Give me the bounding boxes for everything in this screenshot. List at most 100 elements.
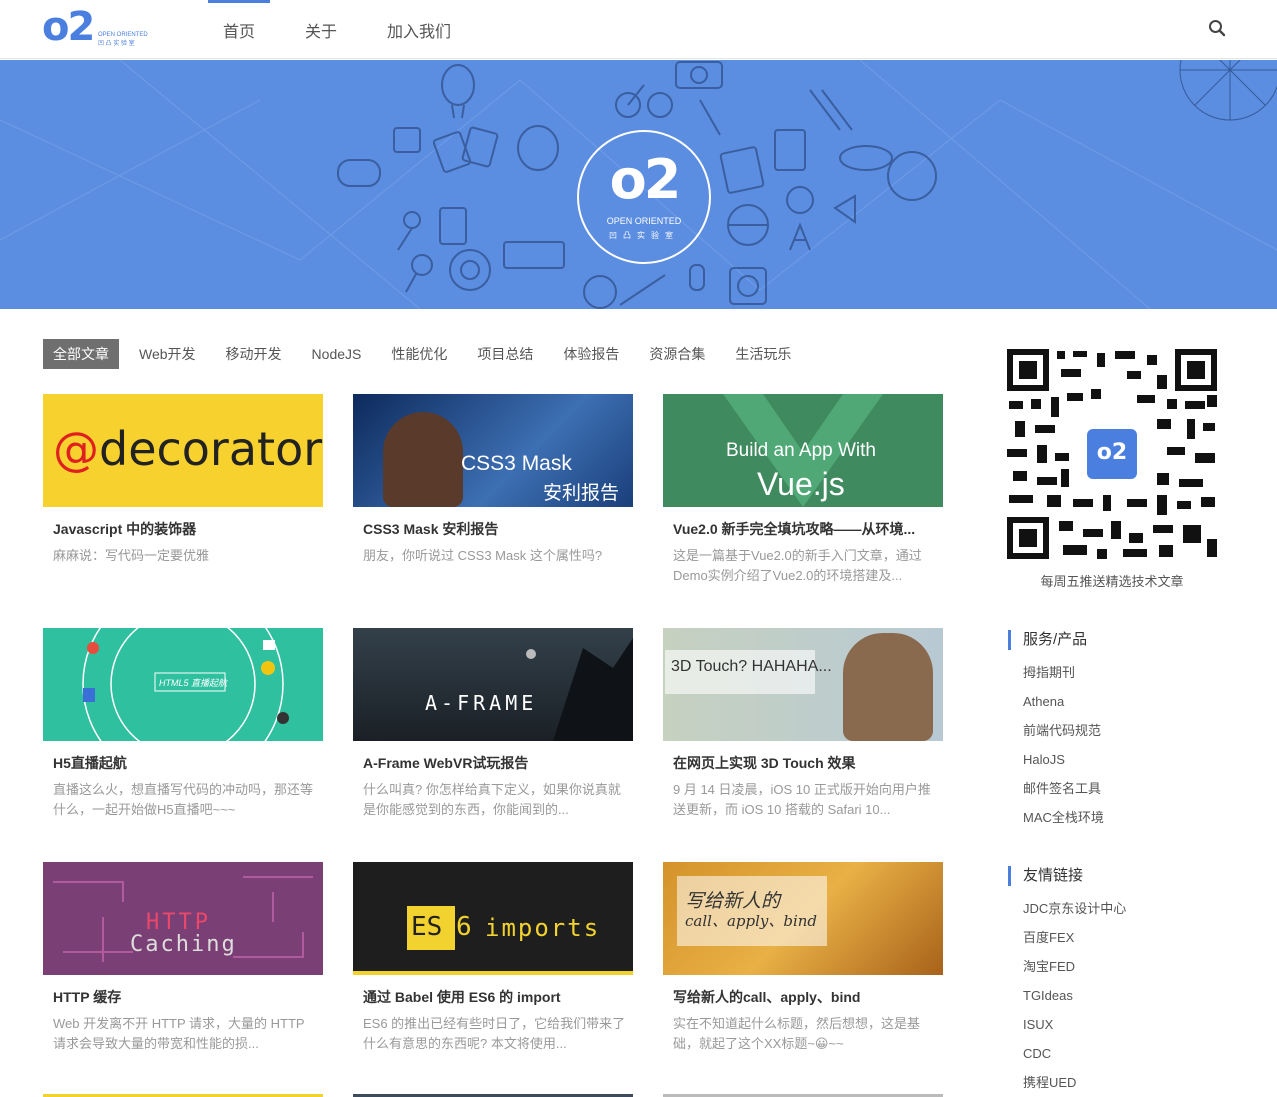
- post-thumbnail[interactable]: A-FRAME: [353, 628, 633, 741]
- thumb-caption: HTML5 直播起航: [159, 678, 228, 688]
- post-thumbnail[interactable]: HTML5 直播起航: [43, 628, 323, 741]
- sidebar-link[interactable]: TGIdeas: [1023, 981, 1238, 1010]
- post-card[interactable]: HTTP Caching HTTP 缓存 Web 开发离不开 HTTP 请求，大…: [43, 862, 323, 1072]
- sidebar-link[interactable]: HaloJS: [1023, 745, 1238, 774]
- thumb-caption: Build an App With: [726, 440, 876, 461]
- post-card[interactable]: @decorator Javascript 中的装饰器 麻麻说：写代码一定要优雅: [43, 394, 323, 604]
- post-excerpt: 什么叫真? 你怎样给真下定义，如果你说真就是你能感觉到的东西，你能闻到的...: [363, 782, 621, 817]
- logo-text-cn: 凹 凸 实 验 室: [98, 41, 135, 47]
- banner-logo: o2 OPEN ORIENTED 凹凸实验室: [577, 130, 711, 264]
- tab-performance[interactable]: 性能优化: [381, 339, 457, 369]
- tab-mobile[interactable]: 移动开发: [216, 339, 292, 369]
- thumb-caption-sub: Vue.js: [757, 466, 845, 502]
- thumb-caption: 写给新人的: [685, 890, 781, 912]
- post-card[interactable]: ES 6 imports 通过 Babel 使用 ES6 的 import ES…: [353, 862, 633, 1072]
- qr-caption: 每周五推送精选技术文章: [1040, 574, 1184, 589]
- nav-home[interactable]: 首页: [208, 0, 271, 59]
- post-card[interactable]: CSS3 Mask 安利报告 CSS3 Mask 安利报告 朋友，你听说过 CS…: [353, 394, 633, 604]
- sidebar-products: 服务/产品 拇指期刊 Athena 前端代码规范 HaloJS 邮件签名工具 M…: [1008, 630, 1238, 832]
- logo-text-en: OPEN ORIENTED: [98, 32, 148, 38]
- thumb-caption: ES: [411, 912, 443, 942]
- post-title[interactable]: A-Frame WebVR试玩报告: [363, 753, 628, 773]
- banner-logo-mark: o2: [609, 148, 682, 211]
- sidebar-link[interactable]: ISUX: [1023, 1010, 1238, 1039]
- sidebar-link[interactable]: CDC: [1023, 1039, 1238, 1068]
- sidebar-link[interactable]: 淘宝FED: [1023, 952, 1238, 981]
- post-card[interactable]: Build an App With Vue.js Vue2.0 新手完全填坑攻略…: [663, 394, 943, 604]
- tab-resources[interactable]: 资源合集: [639, 339, 715, 369]
- qr-badge-mark: o2: [1097, 440, 1127, 465]
- tab-review[interactable]: 体验报告: [553, 339, 629, 369]
- nav-join[interactable]: 加入我们: [372, 0, 466, 59]
- sidebar-link[interactable]: MAC全栈环境: [1023, 803, 1238, 832]
- thumb-caption-sub: imports: [485, 914, 601, 942]
- thumb-caption: 3D Touch? HAHAHA...: [671, 658, 832, 675]
- post-excerpt: ES6 的推出已经有些时日了，它给我们带来了什么有意思的东西呢? 本文将使用..…: [363, 1016, 626, 1051]
- hero-banner: o2 OPEN ORIENTED 凹凸实验室: [0, 60, 1277, 309]
- banner-logo-cn: 凹凸实验室: [609, 231, 679, 240]
- post-title[interactable]: 通过 Babel 使用 ES6 的 import: [363, 987, 628, 1007]
- site-logo[interactable]: o2 OPEN ORIENTED 凹 凸 实 验 室: [42, 4, 152, 50]
- post-thumbnail[interactable]: Build an App With Vue.js: [663, 394, 943, 507]
- post-thumbnail[interactable]: 写给新人的 call、apply、bind: [663, 862, 943, 975]
- qr-code: o2: [1007, 349, 1217, 559]
- thumb-caption: @decorator: [53, 422, 323, 476]
- post-excerpt: 朋友，你听说过 CSS3 Mask 这个属性吗?: [363, 548, 603, 563]
- post-thumbnail[interactable]: ES 6 imports: [353, 862, 633, 975]
- portrait-image: [383, 412, 463, 507]
- post-title[interactable]: 写给新人的call、apply、bind: [673, 987, 938, 1007]
- scene-graphic: [526, 638, 633, 741]
- post-card[interactable]: A-FRAME A-Frame WebVR试玩报告 什么叫真? 你怎样给真下定义…: [353, 628, 633, 838]
- post-card[interactable]: 写给新人的 call、apply、bind 写给新人的call、apply、bi…: [663, 862, 943, 1072]
- sidebar-list: 拇指期刊 Athena 前端代码规范 HaloJS 邮件签名工具 MAC全栈环境: [1008, 658, 1238, 832]
- post-title[interactable]: Vue2.0 新手完全填坑攻略——从环境...: [673, 519, 938, 539]
- tab-web[interactable]: Web开发: [129, 339, 206, 369]
- thumb-caption-sub: call、apply、bind: [685, 912, 818, 930]
- post-excerpt: 实在不知道起什么标题，然后想想，这是基础，就起了这个XX标题~😀~~: [673, 1016, 921, 1051]
- nav-about[interactable]: 关于: [290, 0, 352, 59]
- sidebar-link[interactable]: 前端代码规范: [1023, 716, 1238, 745]
- sidebar-link[interactable]: 拇指期刊: [1023, 658, 1238, 687]
- search-icon[interactable]: [1208, 19, 1226, 37]
- tab-all[interactable]: 全部文章: [43, 339, 119, 369]
- sidebar-friend-links: 友情链接 JDC京东设计中心 百度FEX 淘宝FED TGIdeas ISUX …: [1008, 866, 1238, 1097]
- tab-nodejs[interactable]: NodeJS: [302, 339, 372, 369]
- sidebar-link[interactable]: 携程UED: [1023, 1068, 1238, 1097]
- post-excerpt: 这是一篇基于Vue2.0的新手入门文章，通过Demo实例介绍了Vue2.0的环境…: [673, 548, 922, 583]
- tab-summary[interactable]: 项目总结: [467, 339, 543, 369]
- site-header: o2 OPEN ORIENTED 凹 凸 实 验 室 首页 关于 加入我们: [0, 0, 1277, 59]
- logo-mark: o2: [42, 4, 95, 50]
- sloth-image: [843, 633, 933, 741]
- thumb-caption-text: decorator: [99, 422, 323, 476]
- post-excerpt: 麻麻说：写代码一定要优雅: [53, 548, 210, 563]
- post-title[interactable]: H5直播起航: [53, 753, 318, 773]
- sidebar-link[interactable]: JDC京东设计中心: [1023, 894, 1238, 923]
- post-thumbnail[interactable]: HTTP Caching: [43, 862, 323, 975]
- post-card[interactable]: HTML5 直播起航 H5直播起航 直播这么火，想直播写代码的冲动吗，那还等什么…: [43, 628, 323, 838]
- post-excerpt: Web 开发离不开 HTTP 请求，大量的 HTTP 请求会导致大量的带宽和性能…: [53, 1016, 305, 1051]
- post-thumbnail[interactable]: @decorator: [43, 394, 323, 507]
- post-card[interactable]: 3D Touch? HAHAHA... 在网页上实现 3D Touch 效果 9…: [663, 628, 943, 838]
- banner-logo-en: OPEN ORIENTED: [606, 216, 682, 226]
- post-excerpt: 9 月 14 日凌晨，iOS 10 正式版开始向用户推送更新，而 iOS 10 …: [673, 782, 931, 817]
- post-thumbnail[interactable]: CSS3 Mask 安利报告: [353, 394, 633, 507]
- post-title[interactable]: 在网页上实现 3D Touch 效果: [673, 753, 938, 773]
- post-excerpt: 直播这么火，想直播写代码的冲动吗，那还等什么，一起开始做H5直播吧~~~: [53, 782, 314, 817]
- post-thumbnail[interactable]: 3D Touch? HAHAHA...: [663, 628, 943, 741]
- category-tabs: 全部文章 Web开发 移动开发 NodeJS 性能优化 项目总结 体验报告 资源…: [43, 339, 811, 369]
- thumb-caption: A-FRAME: [425, 691, 538, 715]
- sidebar-heading: 友情链接: [1008, 866, 1238, 886]
- post-title[interactable]: Javascript 中的装饰器: [53, 519, 318, 539]
- main-nav: 首页 关于 加入我们: [208, 0, 486, 59]
- thumb-caption-sub: Caching: [130, 932, 237, 957]
- sidebar-link[interactable]: 邮件签名工具: [1023, 774, 1238, 803]
- post-title[interactable]: HTTP 缓存: [53, 987, 318, 1007]
- thumb-caption: CSS3 Mask: [461, 452, 572, 475]
- sidebar-link[interactable]: 百度FEX: [1023, 923, 1238, 952]
- thumb-caption-sub: 安利报告: [543, 483, 620, 504]
- sidebar-link[interactable]: Athena: [1023, 687, 1238, 716]
- tab-life[interactable]: 生活玩乐: [725, 339, 801, 369]
- post-title[interactable]: CSS3 Mask 安利报告: [363, 519, 628, 539]
- logo-text: OPEN ORIENTED 凹 凸 实 验 室: [98, 31, 148, 49]
- sidebar-list: JDC京东设计中心 百度FEX 淘宝FED TGIdeas ISUX CDC 携…: [1008, 894, 1238, 1097]
